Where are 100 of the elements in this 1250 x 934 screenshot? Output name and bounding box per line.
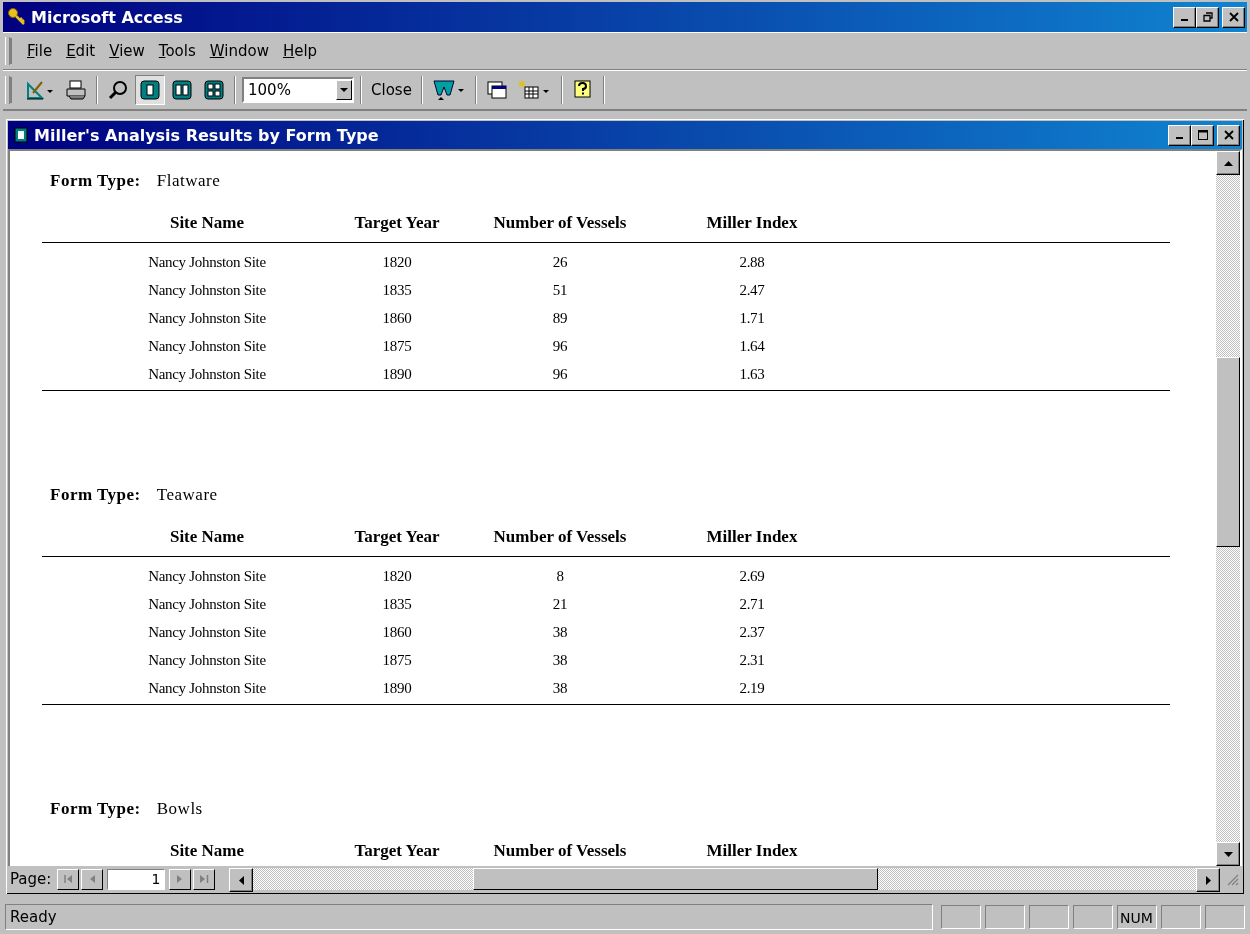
page-number-field[interactable]: 1 <box>107 868 166 890</box>
column-header: Target Year <box>353 527 441 547</box>
group-value: Teaware <box>156 485 218 505</box>
scroll-left-button[interactable] <box>229 868 254 892</box>
menu-item[interactable]: Edit <box>59 42 103 60</box>
minimize-button[interactable] <box>1168 124 1191 146</box>
page-icon <box>203 79 225 101</box>
menu-item[interactable]: Tools <box>151 42 203 60</box>
table-cell-text: 2.19 <box>738 679 766 697</box>
table-cell-text: 1820 <box>381 567 413 585</box>
table-cell-text: 1890 <box>381 679 413 697</box>
close-button[interactable] <box>1222 6 1245 28</box>
close-button[interactable] <box>1217 124 1240 146</box>
right-arrow-icon <box>177 875 184 883</box>
table-cell-text: 1.71 <box>738 309 766 327</box>
table-cell-text: Nancy Johnston Site <box>147 651 267 669</box>
status-panel <box>985 905 1025 929</box>
scroll-right-button[interactable] <box>1196 868 1220 892</box>
scroll-up-button[interactable] <box>1216 151 1240 175</box>
table-cell-text: Nancy Johnston Site <box>147 679 267 697</box>
menu-item[interactable]: View <box>102 42 152 60</box>
menu-item[interactable]: File <box>20 42 60 60</box>
scroll-thumb[interactable] <box>473 868 879 890</box>
table-cell-text: 21 <box>551 595 569 613</box>
table-cell-text: Nancy Johnston Site <box>147 567 267 585</box>
group-label: Form Type: <box>50 799 141 819</box>
status-text: Ready <box>5 904 933 930</box>
scroll-down-button[interactable] <box>1216 842 1240 866</box>
up-arrow-icon <box>1223 160 1233 166</box>
scroll-thumb[interactable] <box>1216 357 1240 547</box>
table-cell-text: Nancy Johnston Site <box>147 623 267 641</box>
table-cell-text: 38 <box>551 679 569 697</box>
last-icon <box>199 875 209 883</box>
page-icon <box>139 79 161 101</box>
column-header: Number of Vessels <box>492 527 628 547</box>
status-panel <box>1205 905 1245 929</box>
table-cell-text: 89 <box>551 309 569 327</box>
table-cell-text: 2.37 <box>738 623 766 641</box>
table-cell-text: 8 <box>555 567 565 585</box>
column-header: Site Name <box>168 841 246 861</box>
magnifier-icon <box>107 79 129 101</box>
page-label: Page: <box>10 870 52 888</box>
document-title: Miller's Analysis Results by Form Type <box>34 125 380 145</box>
maximize-icon <box>1197 130 1208 140</box>
status-indicator: NUM <box>1117 905 1157 929</box>
toolbar-grip[interactable] <box>5 76 10 104</box>
windows-icon <box>485 79 508 101</box>
report-icon <box>14 127 28 143</box>
previous-page-button[interactable] <box>81 868 104 890</box>
table-cell-text: 1.64 <box>738 337 766 355</box>
horizontal-scrollbar[interactable] <box>229 868 1220 890</box>
maximize-button[interactable] <box>1191 124 1214 146</box>
column-header: Number of Vessels <box>492 841 628 861</box>
table-cell-text: Nancy Johnston Site <box>147 595 267 613</box>
window-title: Microsoft Access <box>31 7 184 27</box>
one-page-button[interactable] <box>135 75 165 105</box>
status-panel <box>1161 905 1201 929</box>
next-page-button[interactable] <box>169 868 192 890</box>
status-panel <box>941 905 981 929</box>
status-panel <box>1073 905 1113 929</box>
table-cell-text: Nancy Johnston Site <box>147 281 267 299</box>
restore-button[interactable] <box>1196 6 1219 28</box>
table-cell-text: 1.63 <box>738 365 766 383</box>
resize-grip-icon[interactable] <box>1225 872 1239 886</box>
caret-icon <box>340 87 348 93</box>
table-cell-text: Nancy Johnston Site <box>147 309 267 327</box>
table-cell-text: 51 <box>551 281 569 299</box>
table-cell-text: 1820 <box>381 253 413 271</box>
menu-item[interactable]: Help <box>275 42 325 60</box>
table-sparkle-icon <box>517 79 552 101</box>
vertical-scrollbar[interactable] <box>1216 151 1240 866</box>
minimize-icon <box>1176 137 1183 139</box>
zoom-dropdown[interactable]: 100% <box>242 77 354 103</box>
last-page-button[interactable] <box>193 868 216 890</box>
table-cell-text: 26 <box>551 253 569 271</box>
group-value: Bowls <box>156 799 203 819</box>
menu-item[interactable]: Window <box>202 42 276 60</box>
table-cell-text: 2.69 <box>738 567 766 585</box>
page-icon <box>171 79 193 101</box>
table-cell-text: Nancy Johnston Site <box>147 253 267 271</box>
w-letter-icon <box>431 78 466 102</box>
column-header: Miller Index <box>705 841 799 861</box>
minimize-button[interactable] <box>1173 6 1196 28</box>
first-page-button[interactable] <box>57 868 80 890</box>
group-label: Form Type: <box>50 171 141 191</box>
key-icon <box>7 7 27 27</box>
close-icon <box>1228 12 1239 22</box>
table-cell-text: 38 <box>551 651 569 669</box>
group-label: Form Type: <box>50 485 141 505</box>
table-cell-text: Nancy Johnston Site <box>147 337 267 355</box>
help-icon <box>571 79 594 101</box>
menu-bar-grip[interactable] <box>5 37 10 65</box>
restore-icon <box>1202 12 1213 22</box>
column-header: Target Year <box>353 841 441 861</box>
column-header: Target Year <box>353 213 441 233</box>
left-arrow-icon <box>238 875 244 885</box>
table-cell-text: 1835 <box>381 595 413 613</box>
table-cell-text: 96 <box>551 365 569 383</box>
column-header: Site Name <box>168 527 246 547</box>
table-cell-text: Nancy Johnston Site <box>147 365 267 383</box>
